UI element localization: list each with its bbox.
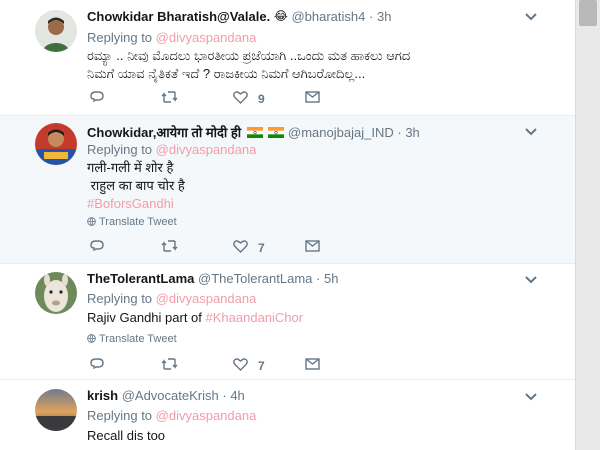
message-button[interactable] bbox=[305, 358, 320, 374]
avatar[interactable] bbox=[35, 10, 77, 52]
replying-to: Replying to @divyaspandana bbox=[87, 291, 256, 306]
replying-to: Replying to @divyaspandana bbox=[87, 142, 256, 157]
user-handle[interactable]: @TheTolerantLama bbox=[198, 271, 312, 286]
timestamp[interactable]: 3h bbox=[405, 125, 419, 140]
reply-icon bbox=[90, 240, 104, 252]
translate-label: Translate Tweet bbox=[99, 216, 177, 228]
tweet[interactable]: Chowkidar,आयेगा तो मोदी ही @manojbajaj_I… bbox=[0, 116, 575, 264]
chevron-down-icon[interactable] bbox=[524, 12, 538, 22]
avatar[interactable] bbox=[35, 389, 77, 431]
chevron-down-icon[interactable] bbox=[524, 275, 538, 285]
translate-label: Translate Tweet bbox=[99, 333, 177, 345]
reply-mention-link[interactable]: @divyaspandana bbox=[156, 142, 257, 157]
avatar[interactable] bbox=[35, 123, 77, 165]
like-count: 7 bbox=[258, 359, 265, 373]
reply-mention-link[interactable]: @divyaspandana bbox=[156, 30, 257, 45]
tweet-text-line: ರಮ್ಯಾ .. ನೀವು ಮೊದಲು ಭಾರತೀಯ ಪ್ರಜೆಯಾಗಿ ..ಒ… bbox=[87, 48, 411, 63]
user-handle[interactable]: @manojbajaj_IND bbox=[288, 125, 394, 140]
tweet-text-line: गली-गली में शोर है bbox=[87, 160, 174, 175]
tweet-header: Chowkidar Bharatish@Valale. 😂 @bharatish… bbox=[87, 9, 391, 24]
reply-mention-link[interactable]: @divyaspandana bbox=[156, 291, 257, 306]
laughing-emoji: 😂 bbox=[273, 9, 288, 23]
tweet-header: TheTolerantLama @TheTolerantLama · 5h bbox=[87, 271, 338, 286]
replying-to: Replying to @divyaspandana bbox=[87, 30, 256, 45]
like-count: 9 bbox=[258, 92, 265, 106]
reply-icon bbox=[90, 358, 104, 370]
separator-dot: · bbox=[316, 271, 321, 286]
retweet-icon bbox=[161, 240, 178, 252]
translate-tweet-link[interactable]: Translate Tweet bbox=[87, 216, 177, 228]
tweet-text: गली-गली में शोर है राहुल का बाप चोर है #… bbox=[87, 159, 185, 213]
timestamp[interactable]: 3h bbox=[377, 9, 391, 24]
reply-button[interactable] bbox=[90, 239, 104, 255]
like-icon bbox=[233, 91, 248, 104]
india-flag-icon bbox=[268, 127, 285, 138]
tweet-header: krish @AdvocateKrish · 4h bbox=[87, 388, 245, 403]
avatar-photo bbox=[35, 123, 77, 165]
tweet-text-line: राहुल का बाप चोर है bbox=[87, 178, 185, 193]
avatar-photo bbox=[35, 389, 77, 431]
avatar-photo bbox=[35, 272, 77, 314]
message-button[interactable] bbox=[305, 91, 320, 107]
retweet-button[interactable] bbox=[161, 90, 178, 106]
tweet-feed: Chowkidar Bharatish@Valale. 😂 @bharatish… bbox=[0, 0, 575, 450]
globe-icon bbox=[87, 217, 96, 226]
retweet-icon bbox=[161, 91, 178, 103]
scrollbar-thumb[interactable] bbox=[579, 0, 597, 26]
scrollbar[interactable] bbox=[575, 0, 600, 450]
display-name[interactable]: TheTolerantLama bbox=[87, 271, 194, 286]
tweet-text-line: ನಿಮಗೆ ಯಾವ ನೈತಿಕತೆ ಇದೆ ? ರಾಜಕೀಯ ನಿಮಗೆ ಆಗಿ… bbox=[87, 66, 366, 81]
reply-icon bbox=[90, 91, 104, 103]
user-handle[interactable]: @bharatish4 bbox=[291, 9, 365, 24]
reply-button[interactable] bbox=[90, 357, 104, 373]
tweet-text: ರಮ್ಯಾ .. ನೀವು ಮೊದಲು ಭಾರತೀಯ ಪ್ರಜೆಯಾಗಿ ..ಒ… bbox=[87, 47, 410, 83]
like-button[interactable] bbox=[233, 357, 248, 373]
like-count: 7 bbox=[258, 241, 265, 255]
replying-prefix: Replying to bbox=[87, 291, 153, 306]
like-icon bbox=[233, 240, 248, 253]
message-icon bbox=[305, 91, 320, 103]
avatar[interactable] bbox=[35, 272, 77, 314]
like-button[interactable] bbox=[233, 239, 248, 255]
separator-dot: · bbox=[369, 9, 374, 24]
message-button[interactable] bbox=[305, 240, 320, 256]
chevron-down-icon[interactable] bbox=[524, 127, 538, 137]
tweet-header: Chowkidar,आयेगा तो मोदी ही @manojbajaj_I… bbox=[87, 123, 420, 141]
chevron-down-icon[interactable] bbox=[524, 392, 538, 402]
tweet[interactable]: krish @AdvocateKrish · 4h Replying to @d… bbox=[0, 380, 575, 450]
message-icon bbox=[305, 358, 320, 370]
retweet-button[interactable] bbox=[161, 357, 178, 373]
hashtag-link[interactable]: #BoforsGandhi bbox=[87, 195, 185, 213]
separator-dot: · bbox=[222, 388, 227, 403]
replying-prefix: Replying to bbox=[87, 408, 153, 423]
tweet-text: Rajiv Gandhi part of #KhaandaniChor bbox=[87, 309, 303, 327]
message-icon bbox=[305, 240, 320, 252]
tweet[interactable]: Chowkidar Bharatish@Valale. 😂 @bharatish… bbox=[0, 0, 575, 116]
tweet-text: Recall dis too bbox=[87, 428, 166, 443]
replying-to: Replying to @divyaspandana bbox=[87, 408, 256, 423]
india-flag-icon bbox=[246, 127, 263, 138]
globe-icon bbox=[87, 334, 96, 343]
reply-mention-link[interactable]: @divyaspandana bbox=[156, 408, 257, 423]
reply-button[interactable] bbox=[90, 90, 104, 106]
tweet-text-body: Rajiv Gandhi part of bbox=[87, 310, 206, 325]
replying-prefix: Replying to bbox=[87, 142, 153, 157]
timestamp[interactable]: 5h bbox=[324, 271, 338, 286]
replying-prefix: Replying to bbox=[87, 30, 153, 45]
avatar-photo bbox=[35, 10, 77, 52]
display-name[interactable]: Chowkidar Bharatish@Valale. bbox=[87, 9, 270, 24]
tweet[interactable]: TheTolerantLama @TheTolerantLama · 5h Re… bbox=[0, 264, 575, 380]
display-name[interactable]: krish bbox=[87, 388, 118, 403]
timestamp[interactable]: 4h bbox=[230, 388, 244, 403]
translate-tweet-link[interactable]: Translate Tweet bbox=[87, 333, 177, 345]
retweet-icon bbox=[161, 358, 178, 370]
separator-dot: · bbox=[397, 125, 402, 140]
like-button[interactable] bbox=[233, 90, 248, 106]
hashtag-link[interactable]: #KhaandaniChor bbox=[206, 310, 304, 325]
user-handle[interactable]: @AdvocateKrish bbox=[122, 388, 219, 403]
like-icon bbox=[233, 358, 248, 371]
retweet-button[interactable] bbox=[161, 239, 178, 255]
display-name[interactable]: Chowkidar,आयेगा तो मोदी ही bbox=[87, 125, 241, 140]
